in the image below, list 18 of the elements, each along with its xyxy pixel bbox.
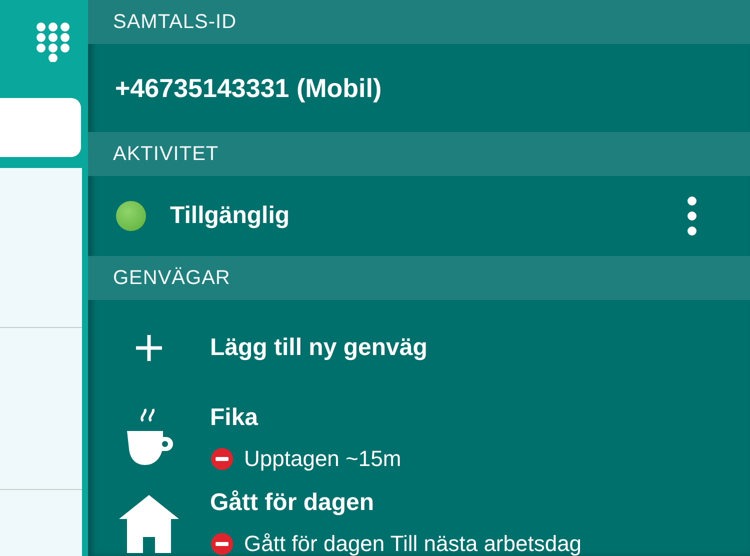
shortcut-detail: Gått för dagen Till nästa arbetsdag <box>244 530 582 556</box>
more-options-icon[interactable] <box>686 196 698 236</box>
shortcut-title: Fika <box>210 403 260 433</box>
shortcut-title: Lägg till ny genväg <box>210 332 428 362</box>
section-header: GENVÄGAR <box>88 256 750 300</box>
shortcut-item[interactable]: Lägg till ny genväg <box>88 300 750 395</box>
shortcut-detail: Upptagen ~15m <box>244 445 402 473</box>
search-field[interactable] <box>0 98 81 157</box>
shortcut-item[interactable]: Gått för dagen Gått för dagen Till nästa arbetsdag <box>88 480 750 556</box>
section-header: SAMTALS-ID <box>88 0 750 44</box>
house-icon <box>117 492 181 552</box>
plus-icon <box>134 332 164 362</box>
dialpad-icon[interactable] <box>36 22 70 62</box>
caller-id-value[interactable]: +46735143331 (Mobil) <box>115 68 382 108</box>
shortcut-title: Gått för dagen <box>210 488 376 518</box>
section-header: AKTIVITET <box>88 132 750 176</box>
activity-row[interactable]: Tillgänglig <box>88 176 750 256</box>
shortcut-item[interactable]: Fika Upptagen ~15m <box>88 395 750 480</box>
